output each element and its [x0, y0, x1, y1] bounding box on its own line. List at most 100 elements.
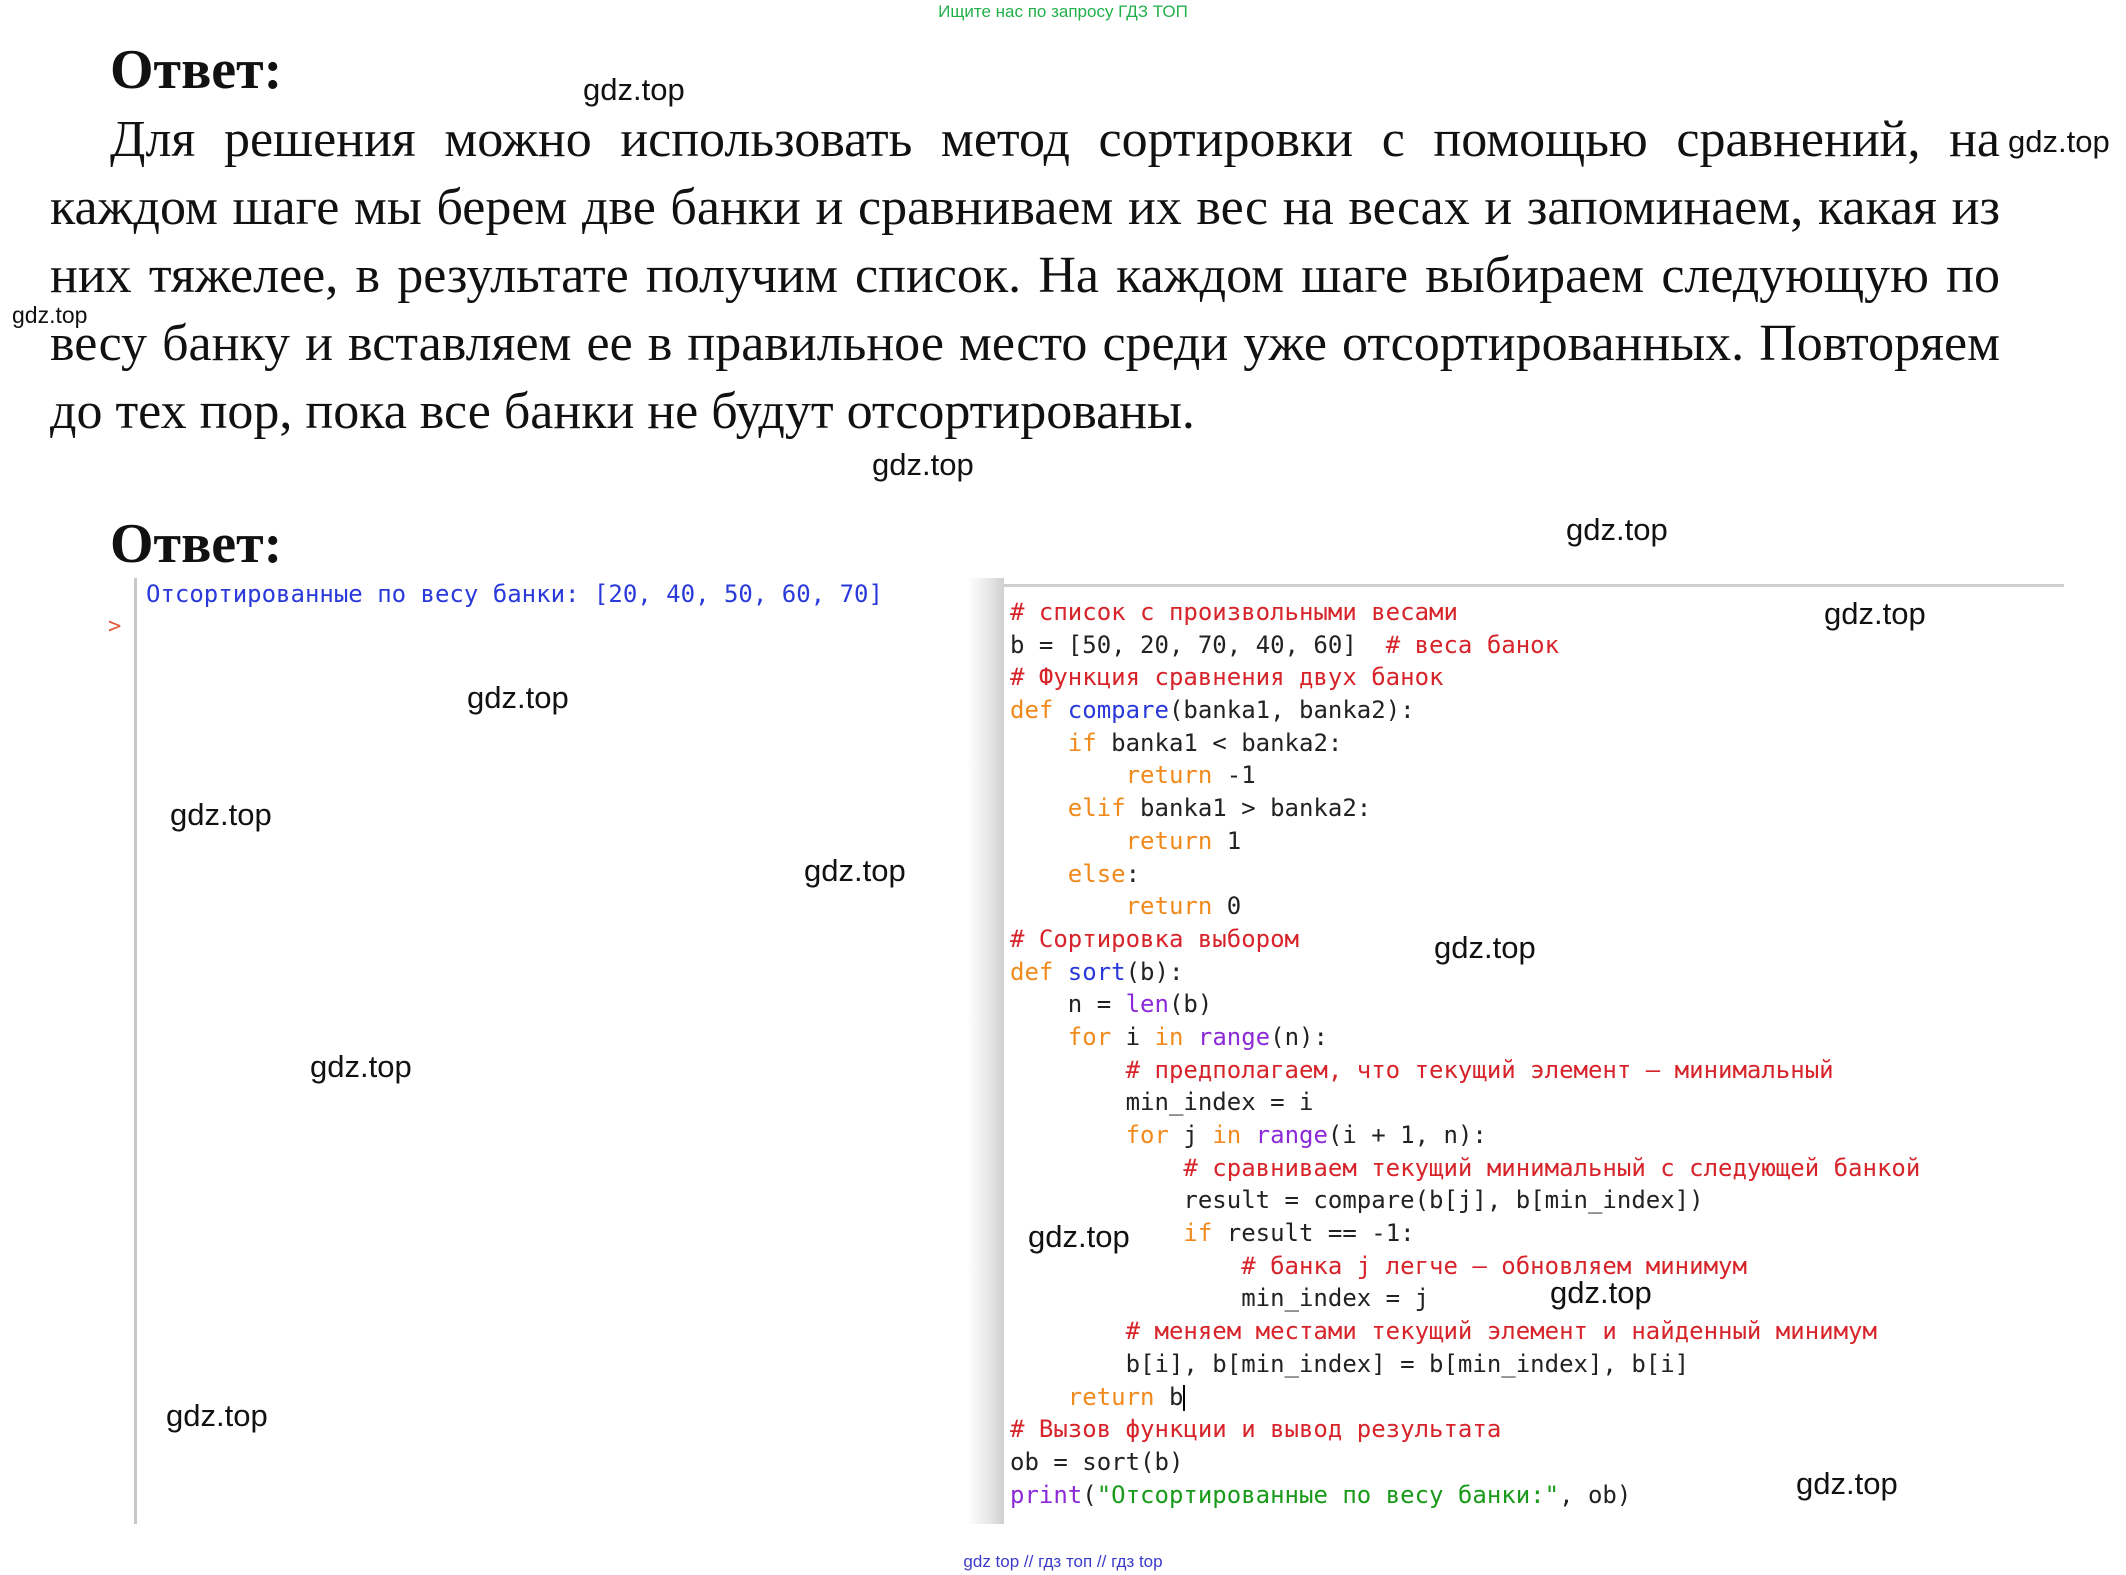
code-token: 1: [1212, 826, 1242, 855]
code-token: j: [1168, 1121, 1213, 1149]
code-token: range: [1197, 1022, 1271, 1051]
code-token: i: [1111, 1022, 1155, 1051]
code-token: return: [1125, 761, 1213, 790]
watermark: gdz.top: [170, 797, 272, 832]
code-token: -1: [1212, 761, 1256, 790]
code-token: banka1 > banka2:: [1125, 794, 1372, 823]
answer-paragraph: Для решения можно использовать метод сор…: [50, 111, 2000, 440]
code-token: range: [1255, 1121, 1328, 1149]
code-token: # Сортировка выбором: [1010, 924, 1299, 953]
shell-output-panel: [134, 578, 1003, 1524]
code-token: def: [1010, 696, 1068, 725]
code-token: # Вызов функции и вывод результата: [1010, 1415, 1502, 1444]
code-token: sort: [1067, 957, 1126, 986]
code-token: else: [1067, 859, 1126, 888]
code-token: for: [1125, 1121, 1169, 1149]
watermark: gdz.top: [12, 302, 88, 328]
answer-heading-1: Ответ:: [110, 39, 283, 101]
code-line: min_index = i: [1010, 1086, 1920, 1119]
watermark: gdz.top: [804, 853, 906, 888]
code-line: return 0: [1010, 890, 1920, 923]
code-token: b: [1154, 1382, 1184, 1411]
code-token: def: [1010, 957, 1068, 986]
code-line: b = [50, 20, 70, 40, 60] # веса банок: [1010, 629, 1920, 662]
code-token: result == -1:: [1212, 1219, 1415, 1248]
watermark: gdz.top: [310, 1049, 412, 1084]
top-note: Ищите нас по запросу ГДЗ ТОП: [938, 2, 1188, 21]
code-line: for i in range(n):: [1010, 1021, 1920, 1054]
watermark: gdz.top: [583, 72, 685, 107]
watermark: gdz.top: [166, 1398, 268, 1433]
code-token: b = [50, 20, 70, 40, 60]: [1010, 630, 1386, 659]
code-token: return: [1125, 826, 1213, 855]
code-token: # меняем местами текущий элемент и найде…: [1125, 1317, 1877, 1346]
code-token: (b): [1168, 990, 1213, 1019]
code-line: # Вызов функции и вывод результата: [1010, 1413, 1920, 1446]
watermark: gdz.top: [1550, 1275, 1652, 1310]
code-token: print: [1010, 1480, 1083, 1509]
code-line: if result == -1:: [1010, 1217, 1920, 1250]
code-token: ob = sort(b): [1010, 1447, 1184, 1476]
code-token: # предполагаем, что текущий элемент – ми…: [1125, 1055, 1834, 1084]
code-token: (n):: [1270, 1022, 1328, 1051]
code-token: in: [1212, 1121, 1242, 1149]
code-line: min_index = j: [1010, 1282, 1920, 1315]
code-token: (b):: [1125, 957, 1184, 986]
code-line: return b: [1010, 1381, 1920, 1414]
code-token: b[i], b[min_index] = b[min_index], b[i]: [1010, 1349, 1690, 1378]
code-token: for: [1067, 1022, 1112, 1051]
code-line: elif banka1 > banka2:: [1010, 792, 1920, 825]
code-token: # сравниваем текущий минимальный с следу…: [1183, 1153, 1921, 1182]
code-listing[interactable]: # список с произвольными весами b = [50, …: [1010, 596, 1920, 1511]
code-line: if banka1 < banka2:: [1010, 727, 1920, 760]
code-token: if: [1067, 728, 1097, 757]
code-token: :: [1125, 859, 1141, 888]
panel-divider[interactable]: [968, 578, 1004, 1524]
code-line: b[i], b[min_index] = b[min_index], b[i]: [1010, 1348, 1920, 1381]
watermark: gdz.top: [467, 680, 569, 715]
code-token: # Функция сравнения двух банок: [1010, 663, 1444, 692]
code-line: # Функция сравнения двух банок: [1010, 661, 1920, 694]
code-line: # сравниваем текущий минимальный с следу…: [1010, 1152, 1920, 1185]
code-token: , ob): [1559, 1480, 1632, 1509]
watermark: gdz.top: [2008, 124, 2110, 159]
shell-output-text: Отсортированные по весу банки: [20, 40, …: [146, 580, 883, 608]
watermark: gdz.top: [1434, 930, 1536, 965]
code-token: elif: [1067, 794, 1126, 823]
code-token: return: [1067, 1382, 1155, 1411]
code-line: # список с произвольными весами: [1010, 596, 1920, 629]
watermark: gdz.top: [1824, 596, 1926, 631]
code-line: result = compare(b[j], b[min_index]): [1010, 1184, 1920, 1217]
code-token: in: [1154, 1022, 1184, 1051]
code-token: n =: [1010, 990, 1126, 1019]
shell-prompt-icon: >: [108, 614, 122, 639]
code-line: # банка j легче – обновляем минимум: [1010, 1250, 1920, 1283]
code-token: min_index = j: [1010, 1284, 1430, 1313]
code-line: for j in range(i + 1, n):: [1010, 1119, 1920, 1152]
code-line: ob = sort(b): [1010, 1446, 1920, 1479]
code-token: result = compare(b[j], b[min_index]): [1010, 1186, 1704, 1215]
code-token: (i + 1, n):: [1327, 1121, 1487, 1149]
code-line: return 1: [1010, 825, 1920, 858]
code-line: # меняем местами текущий элемент и найде…: [1010, 1315, 1920, 1348]
code-token: # банка j легче – обновляем минимум: [1241, 1251, 1747, 1280]
code-line: n = len(b): [1010, 988, 1920, 1021]
code-token: return: [1125, 892, 1213, 921]
text-cursor: [1183, 1384, 1186, 1411]
code-line: def compare(banka1, banka2):: [1010, 694, 1920, 727]
code-token: if: [1183, 1219, 1213, 1248]
code-token: # список с произвольными весами: [1010, 598, 1458, 626]
watermark: gdz.top: [1566, 512, 1668, 547]
